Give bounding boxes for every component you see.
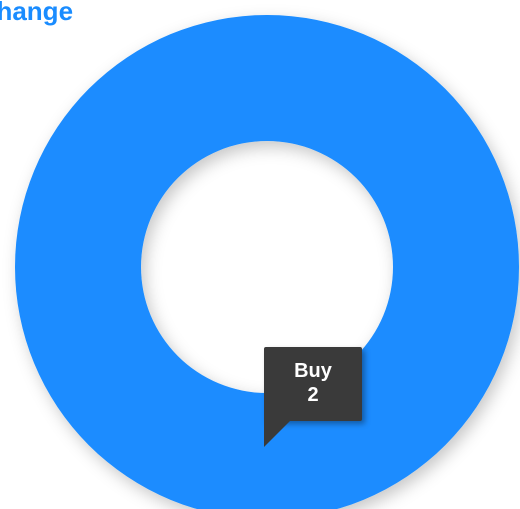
tooltip-category: Buy — [294, 360, 332, 382]
data-tooltip: Buy 2 — [264, 347, 362, 447]
tooltip-pointer — [264, 419, 292, 447]
donut-chart — [15, 15, 519, 509]
tooltip-value: 2 — [307, 384, 319, 406]
